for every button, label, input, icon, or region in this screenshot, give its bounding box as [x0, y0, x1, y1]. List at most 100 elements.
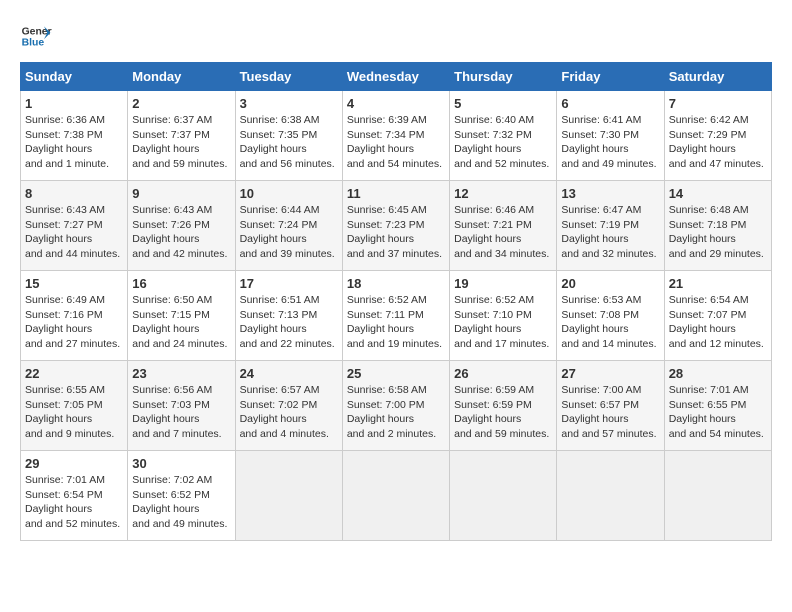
cell-info: Sunrise: 6:38 AMSunset: 7:35 PMDaylight …: [240, 113, 338, 172]
day-number: 20: [561, 276, 659, 291]
week-row-2: 8Sunrise: 6:43 AMSunset: 7:27 PMDaylight…: [21, 181, 772, 271]
cell-info: Sunrise: 6:52 AMSunset: 7:11 PMDaylight …: [347, 293, 445, 352]
calendar-cell: [557, 451, 664, 541]
calendar-cell: 6 Sunrise: 6:41 AMSunset: 7:30 PMDaylight…: [557, 91, 664, 181]
day-number: 5: [454, 96, 552, 111]
day-number: 16: [132, 276, 230, 291]
calendar-cell: 13 Sunrise: 6:47 AMSunset: 7:19 PMDayligh…: [557, 181, 664, 271]
cell-info: Sunrise: 7:01 AMSunset: 6:54 PMDaylight …: [25, 473, 123, 532]
calendar-cell: 18 Sunrise: 6:52 AMSunset: 7:11 PMDayligh…: [342, 271, 449, 361]
calendar-cell: 16 Sunrise: 6:50 AMSunset: 7:15 PMDayligh…: [128, 271, 235, 361]
cell-info: Sunrise: 6:53 AMSunset: 7:08 PMDaylight …: [561, 293, 659, 352]
calendar-cell: 27 Sunrise: 7:00 AMSunset: 6:57 PMDayligh…: [557, 361, 664, 451]
cell-info: Sunrise: 6:45 AMSunset: 7:23 PMDaylight …: [347, 203, 445, 262]
calendar-cell: 28Sunrise: 7:01 AMSunset: 6:55 PMDayligh…: [664, 361, 771, 451]
day-number: 13: [561, 186, 659, 201]
day-number: 17: [240, 276, 338, 291]
calendar-cell: 4 Sunrise: 6:39 AMSunset: 7:34 PMDaylight…: [342, 91, 449, 181]
calendar-cell: [342, 451, 449, 541]
day-number: 26: [454, 366, 552, 381]
week-row-1: 1 Sunrise: 6:36 AMSunset: 7:38 PMDaylight…: [21, 91, 772, 181]
calendar-cell: 29 Sunrise: 7:01 AMSunset: 6:54 PMDayligh…: [21, 451, 128, 541]
cell-info: Sunrise: 6:48 AMSunset: 7:18 PMDaylight …: [669, 203, 767, 262]
day-number: 30: [132, 456, 230, 471]
header-saturday: Saturday: [664, 63, 771, 91]
day-number: 1: [25, 96, 123, 111]
day-number: 11: [347, 186, 445, 201]
cell-info: Sunrise: 6:46 AMSunset: 7:21 PMDaylight …: [454, 203, 552, 262]
calendar-cell: 22 Sunrise: 6:55 AMSunset: 7:05 PMDayligh…: [21, 361, 128, 451]
header-row: SundayMondayTuesdayWednesdayThursdayFrid…: [21, 63, 772, 91]
day-number: 24: [240, 366, 338, 381]
cell-info: Sunrise: 6:56 AMSunset: 7:03 PMDaylight …: [132, 383, 230, 442]
calendar-cell: 2 Sunrise: 6:37 AMSunset: 7:37 PMDaylight…: [128, 91, 235, 181]
day-number: 29: [25, 456, 123, 471]
calendar-cell: 21Sunrise: 6:54 AMSunset: 7:07 PMDayligh…: [664, 271, 771, 361]
week-row-5: 29 Sunrise: 7:01 AMSunset: 6:54 PMDayligh…: [21, 451, 772, 541]
cell-info: Sunrise: 6:41 AMSunset: 7:30 PMDaylight …: [561, 113, 659, 172]
day-number: 15: [25, 276, 123, 291]
calendar-cell: [664, 451, 771, 541]
calendar-cell: 17Sunrise: 6:51 AMSunset: 7:13 PMDayligh…: [235, 271, 342, 361]
cell-info: Sunrise: 6:43 AMSunset: 7:26 PMDaylight …: [132, 203, 230, 262]
calendar-cell: 10 Sunrise: 6:44 AMSunset: 7:24 PMDayligh…: [235, 181, 342, 271]
cell-info: Sunrise: 6:52 AMSunset: 7:10 PMDaylight …: [454, 293, 552, 352]
day-number: 2: [132, 96, 230, 111]
cell-info: Sunrise: 6:37 AMSunset: 7:37 PMDaylight …: [132, 113, 230, 172]
calendar-cell: 9 Sunrise: 6:43 AMSunset: 7:26 PMDaylight…: [128, 181, 235, 271]
header-wednesday: Wednesday: [342, 63, 449, 91]
day-number: 6: [561, 96, 659, 111]
calendar-cell: 25Sunrise: 6:58 AMSunset: 7:00 PMDayligh…: [342, 361, 449, 451]
cell-info: Sunrise: 6:50 AMSunset: 7:15 PMDaylight …: [132, 293, 230, 352]
day-number: 14: [669, 186, 767, 201]
calendar-cell: 7Sunrise: 6:42 AMSunset: 7:29 PMDaylight…: [664, 91, 771, 181]
cell-info: Sunrise: 6:39 AMSunset: 7:34 PMDaylight …: [347, 113, 445, 172]
cell-info: Sunrise: 6:49 AMSunset: 7:16 PMDaylight …: [25, 293, 123, 352]
day-number: 3: [240, 96, 338, 111]
week-row-3: 15 Sunrise: 6:49 AMSunset: 7:16 PMDayligh…: [21, 271, 772, 361]
day-number: 4: [347, 96, 445, 111]
cell-info: Sunrise: 6:55 AMSunset: 7:05 PMDaylight …: [25, 383, 123, 442]
calendar-cell: 24 Sunrise: 6:57 AMSunset: 7:02 PMDayligh…: [235, 361, 342, 451]
logo-icon: General Blue: [20, 20, 52, 52]
calendar-cell: 23 Sunrise: 6:56 AMSunset: 7:03 PMDayligh…: [128, 361, 235, 451]
calendar-cell: 14 Sunrise: 6:48 AMSunset: 7:18 PMDayligh…: [664, 181, 771, 271]
day-number: 10: [240, 186, 338, 201]
calendar-cell: 5 Sunrise: 6:40 AMSunset: 7:32 PMDaylight…: [450, 91, 557, 181]
cell-info: Sunrise: 7:00 AMSunset: 6:57 PMDaylight …: [561, 383, 659, 442]
cell-info: Sunrise: 6:36 AMSunset: 7:38 PMDaylight …: [25, 113, 123, 172]
day-number: 7: [669, 96, 767, 111]
cell-info: Sunrise: 6:44 AMSunset: 7:24 PMDaylight …: [240, 203, 338, 262]
day-number: 27: [561, 366, 659, 381]
day-number: 12: [454, 186, 552, 201]
day-number: 18: [347, 276, 445, 291]
day-number: 9: [132, 186, 230, 201]
cell-info: Sunrise: 6:58 AMSunset: 7:00 PMDaylight …: [347, 383, 445, 442]
cell-info: Sunrise: 6:47 AMSunset: 7:19 PMDaylight …: [561, 203, 659, 262]
week-row-4: 22 Sunrise: 6:55 AMSunset: 7:05 PMDayligh…: [21, 361, 772, 451]
cell-info: Sunrise: 7:02 AMSunset: 6:52 PMDaylight …: [132, 473, 230, 532]
calendar-cell: 15 Sunrise: 6:49 AMSunset: 7:16 PMDayligh…: [21, 271, 128, 361]
calendar-cell: 20 Sunrise: 6:53 AMSunset: 7:08 PMDayligh…: [557, 271, 664, 361]
header-thursday: Thursday: [450, 63, 557, 91]
header-sunday: Sunday: [21, 63, 128, 91]
day-number: 21: [669, 276, 767, 291]
cell-info: Sunrise: 7:01 AMSunset: 6:55 PMDaylight …: [669, 383, 767, 442]
calendar-cell: [235, 451, 342, 541]
calendar-cell: 11 Sunrise: 6:45 AMSunset: 7:23 PMDayligh…: [342, 181, 449, 271]
calendar-cell: 8Sunrise: 6:43 AMSunset: 7:27 PMDaylight…: [21, 181, 128, 271]
calendar-cell: 12 Sunrise: 6:46 AMSunset: 7:21 PMDayligh…: [450, 181, 557, 271]
calendar-cell: 1 Sunrise: 6:36 AMSunset: 7:38 PMDaylight…: [21, 91, 128, 181]
day-number: 23: [132, 366, 230, 381]
calendar-cell: 30 Sunrise: 7:02 AMSunset: 6:52 PMDayligh…: [128, 451, 235, 541]
calendar-cell: 3 Sunrise: 6:38 AMSunset: 7:35 PMDaylight…: [235, 91, 342, 181]
day-number: 22: [25, 366, 123, 381]
cell-info: Sunrise: 6:40 AMSunset: 7:32 PMDaylight …: [454, 113, 552, 172]
logo: General Blue: [20, 20, 56, 52]
header-tuesday: Tuesday: [235, 63, 342, 91]
cell-info: Sunrise: 6:59 AMSunset: 6:59 PMDaylight …: [454, 383, 552, 442]
cell-info: Sunrise: 6:57 AMSunset: 7:02 PMDaylight …: [240, 383, 338, 442]
day-number: 8: [25, 186, 123, 201]
calendar-cell: 26 Sunrise: 6:59 AMSunset: 6:59 PMDayligh…: [450, 361, 557, 451]
svg-text:Blue: Blue: [22, 38, 45, 49]
